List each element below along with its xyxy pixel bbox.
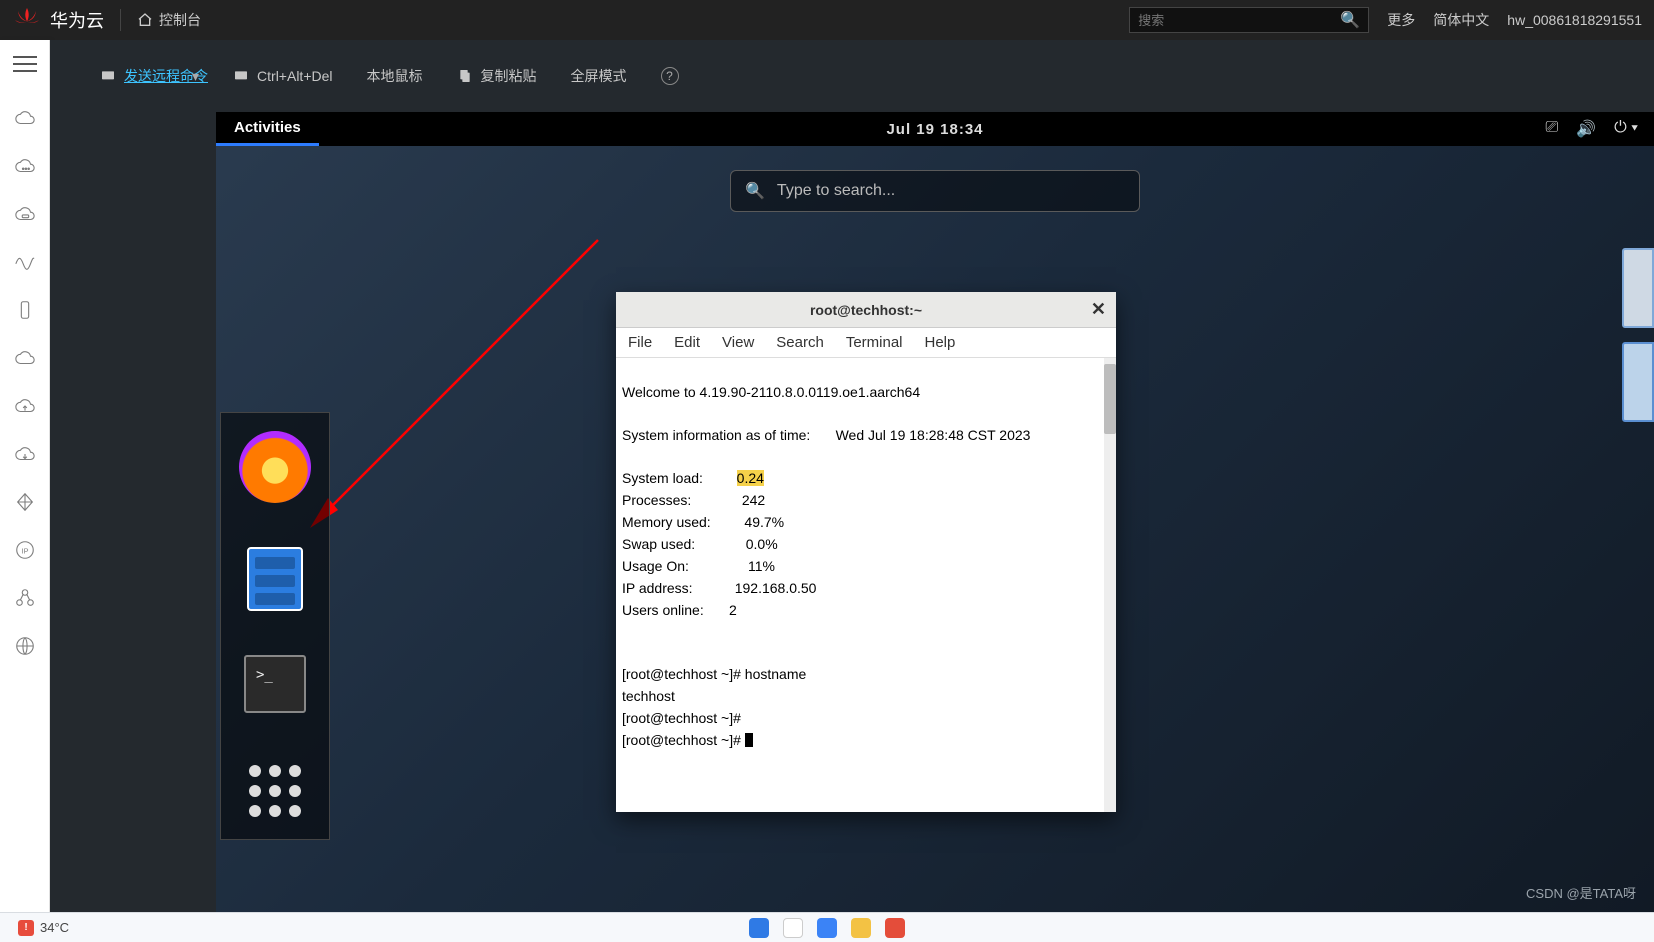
workspace-thumb-2[interactable] [1622,342,1654,422]
firefox-icon[interactable] [239,431,311,503]
gnome-search-placeholder: Type to search... [777,182,895,200]
taskbar-app-5[interactable] [885,918,905,938]
svg-text:IP: IP [21,547,28,556]
terminal-cursor [745,733,753,747]
cloud-db-icon[interactable] [13,202,37,226]
menu-view[interactable]: View [722,334,754,351]
terminal-window[interactable]: root@techhost:~ ✕ File Edit View Search … [616,292,1116,812]
weather-alert-badge: ! [18,920,34,936]
host-taskbar: ! 34°C [0,912,1654,942]
weather-widget[interactable]: ! 34°C [18,920,69,936]
cloud-upload-icon[interactable] [13,394,37,418]
terminal-title: root@techhost:~ [810,302,922,318]
cloud-download-icon[interactable] [13,442,37,466]
search-icon: 🔍 [745,181,765,201]
taskbar-app-3[interactable] [817,918,837,938]
fullscreen[interactable]: 全屏模式 [571,66,627,86]
help-icon[interactable]: ? [661,67,679,85]
send-remote-cmd[interactable]: 发送远程命令 ▾ [100,66,199,86]
user-label[interactable]: hw_00861818291551 [1507,12,1642,28]
wave-icon[interactable] [13,250,37,274]
taskbar-apps [749,918,905,938]
volume-icon[interactable]: 🔊 [1576,119,1596,139]
terminal-icon[interactable]: >_ [244,655,306,713]
gnome-system-tray: ⎚ 🔊 ⏻ ▾ [1545,119,1654,139]
menu-help[interactable]: Help [925,334,956,351]
network-icon[interactable]: ⎚ [1545,119,1558,139]
menu-file[interactable]: File [628,334,652,351]
annotation-arrow [298,220,618,540]
more-link[interactable]: 更多 [1387,10,1415,30]
files-icon[interactable] [247,547,303,611]
scrollbar-thumb[interactable] [1104,364,1116,434]
weather-temp: 34°C [40,920,69,935]
fullscreen-label: 全屏模式 [571,66,627,86]
brand-text: 华为云 [50,7,104,33]
vnc-margin [50,112,216,912]
taskbar-app-4[interactable] [851,918,871,938]
close-icon[interactable]: ✕ [1091,299,1106,320]
cloud-plain-icon[interactable] [13,346,37,370]
app-grid-icon[interactable] [249,765,301,817]
gnome-dock: >_ [220,412,330,840]
remote-desktop[interactable]: Activities Jul 19 18:34 ⎚ 🔊 ⏻ ▾ 🔍 Type t… [216,112,1654,912]
huawei-logo[interactable]: 华为云 [12,5,104,35]
burger-icon[interactable] [13,56,37,72]
workspace-thumb-1[interactable] [1622,248,1654,328]
org-icon[interactable] [13,586,37,610]
terminal-menubar: File Edit View Search Terminal Help [616,328,1116,358]
divider [120,9,121,31]
taskbar-app-2[interactable] [783,918,803,938]
phone-icon[interactable] [13,298,37,322]
chevron-down-icon: ▾ [192,68,199,85]
csdn-watermark: CSDN @是TATA呀 [1526,883,1636,902]
console-link[interactable]: 控制台 [137,10,201,30]
cloud-icon[interactable] [13,106,37,130]
menu-search[interactable]: Search [776,334,824,351]
gnome-clock[interactable]: Jul 19 18:34 [886,121,983,138]
diamond-icon[interactable] [13,490,37,514]
power-icon[interactable]: ⏻ ▾ [1614,119,1638,139]
globe-icon[interactable] [13,634,37,658]
activities-button[interactable]: Activities [216,112,319,146]
menu-terminal[interactable]: Terminal [846,334,903,351]
local-mouse[interactable]: 本地鼠标 [367,66,423,86]
terminal-titlebar[interactable]: root@techhost:~ ✕ [616,292,1116,328]
menu-edit[interactable]: Edit [674,334,700,351]
cloud-dots-icon[interactable] [13,154,37,178]
terminal-scrollbar[interactable] [1104,358,1116,812]
ctrl-alt-del-label: Ctrl+Alt+Del [257,68,332,84]
terminal-body[interactable]: Welcome to 4.19.90-2110.8.0.0119.oe1.aar… [616,358,1116,812]
top-search-input[interactable] [1138,13,1340,28]
taskbar-app-1[interactable] [749,918,769,938]
gnome-topbar: Activities Jul 19 18:34 ⎚ 🔊 ⏻ ▾ [216,112,1654,146]
top-search[interactable]: 🔍 [1129,7,1369,33]
copy-paste[interactable]: 复制粘贴 [457,66,537,86]
ctrl-alt-del[interactable]: Ctrl+Alt+Del [233,68,332,84]
console-label: 控制台 [159,10,201,30]
lang-switch[interactable]: 简体中文 [1433,10,1489,30]
huawei-topbar: 华为云 控制台 🔍 更多 简体中文 hw_00861818291551 [0,0,1654,40]
local-mouse-label: 本地鼠标 [367,66,423,86]
ip-icon[interactable]: IP [13,538,37,562]
left-rail: IP [0,40,50,912]
copy-paste-label: 复制粘贴 [481,66,537,86]
workspace-thumbs [1622,248,1654,422]
search-icon[interactable]: 🔍 [1340,10,1360,30]
vnc-actionbar: 发送远程命令 ▾ Ctrl+Alt+Del 本地鼠标 复制粘贴 全屏模式 ? [50,40,1654,112]
gnome-search[interactable]: 🔍 Type to search... [730,170,1140,212]
